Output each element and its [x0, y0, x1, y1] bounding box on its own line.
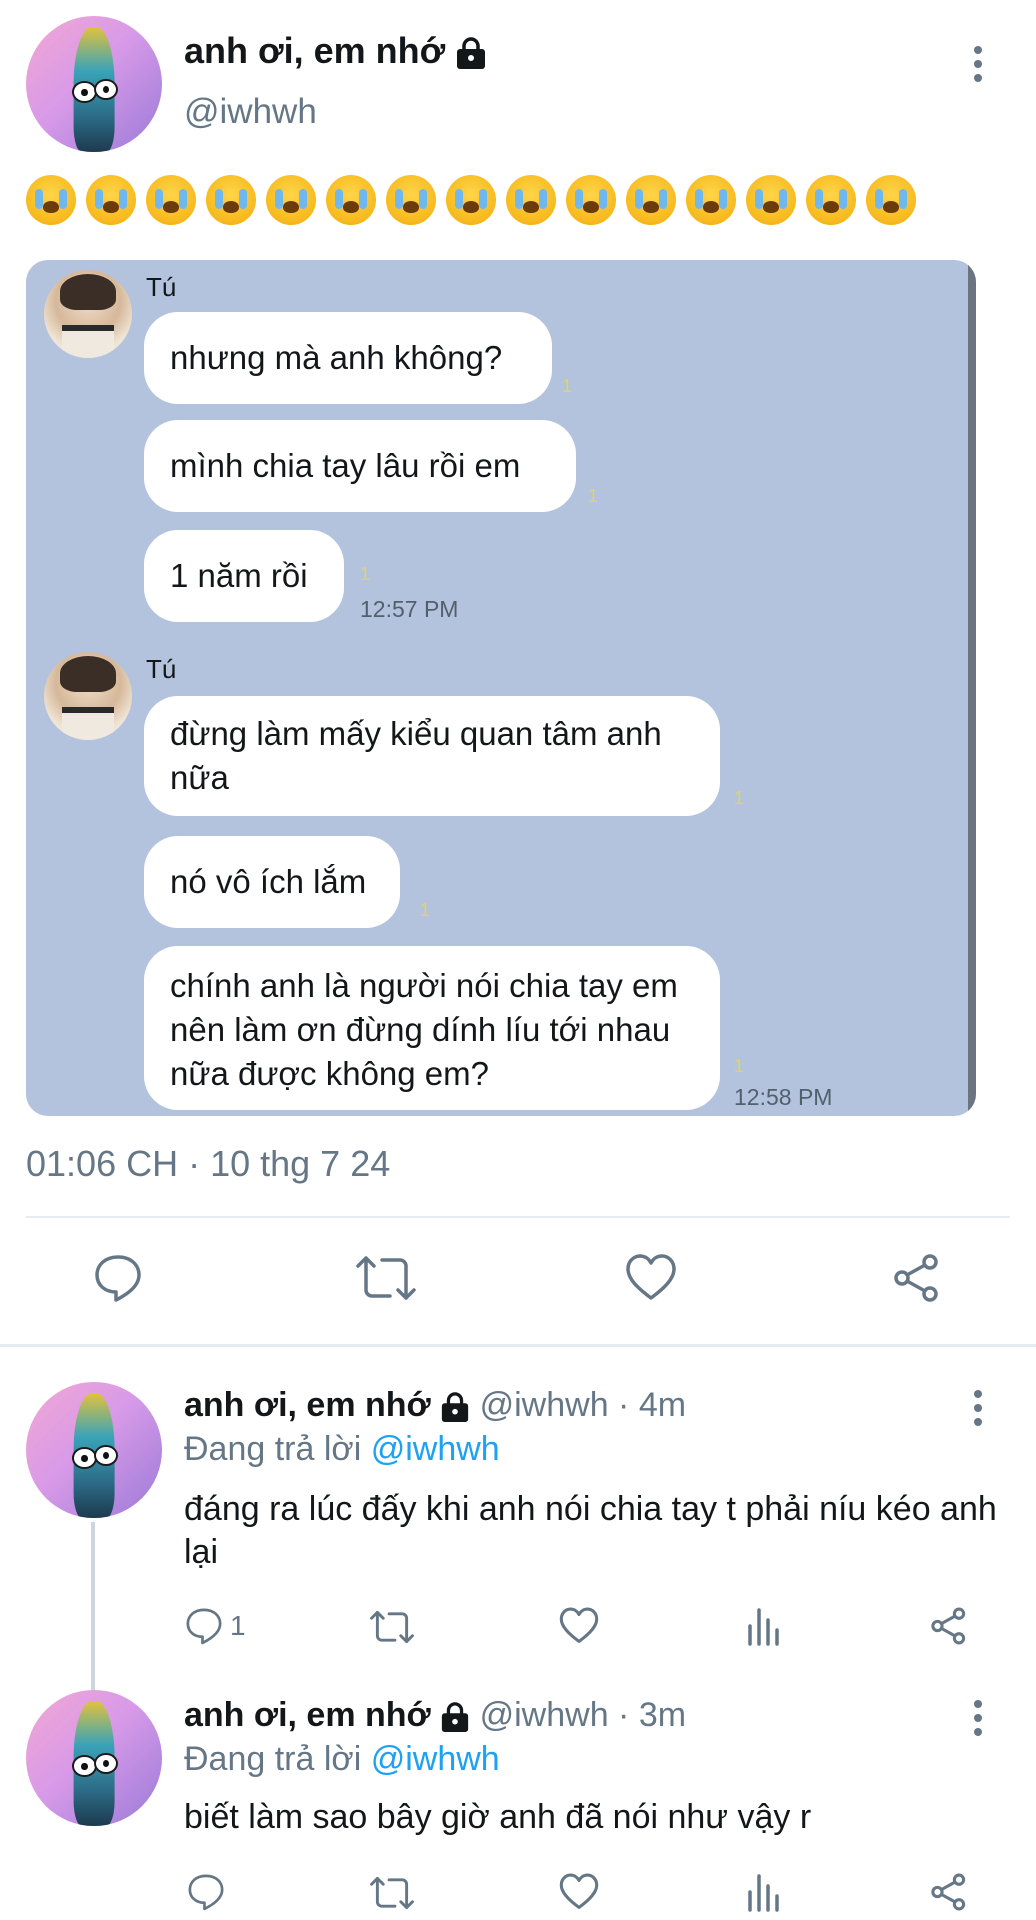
share-icon[interactable]: [890, 1252, 944, 1304]
read-marker: 1: [420, 900, 431, 920]
reply-icon[interactable]: [92, 1252, 144, 1304]
chat-sender-name: Tú: [146, 272, 177, 302]
tweet-timestamp[interactable]: 01:06 CH · 10 thg 7 24: [26, 1143, 390, 1185]
retweet-icon[interactable]: [354, 1252, 418, 1304]
loudly-crying-face-emoji: [686, 175, 736, 225]
more-options-icon[interactable]: [968, 1700, 988, 1742]
lock-icon: [442, 1392, 469, 1423]
loudly-crying-face-emoji: [386, 175, 436, 225]
chat-message: nó vô ích lắm: [144, 836, 400, 928]
replying-to-link[interactable]: @iwhwh: [371, 1740, 500, 1778]
chat-message: 1 năm rồi: [144, 530, 344, 622]
share-icon[interactable]: [928, 1606, 970, 1646]
loudly-crying-face-emoji: [146, 175, 196, 225]
reply-avatar[interactable]: [26, 1690, 162, 1826]
loudly-crying-face-emoji: [506, 175, 556, 225]
avatar-eye-left: [72, 81, 97, 104]
replying-to-label: Đang trả lời: [184, 1740, 362, 1778]
reply-count: 1: [230, 1610, 246, 1641]
chat-sender-name: Tú: [146, 654, 177, 684]
reply-handle-time: @iwhwh · 3m: [479, 1696, 687, 1734]
lock-icon: [442, 1702, 469, 1733]
read-marker: 1: [734, 1056, 745, 1076]
retweet-icon[interactable]: [368, 1874, 416, 1912]
reply-button[interactable]: 1: [184, 1606, 246, 1646]
avatar-eye-right: [94, 78, 119, 101]
read-marker: 1: [734, 788, 745, 808]
share-icon[interactable]: [928, 1872, 970, 1912]
chat-message-time: 12:57 PM: [360, 596, 459, 622]
reply-handle-time: @iwhwh · 4m: [479, 1386, 687, 1424]
chat-image-edge: [968, 260, 976, 1116]
chat-message-time: 12:58 PM: [734, 1084, 833, 1110]
thread-connector-line: [91, 1522, 95, 1692]
more-options-icon[interactable]: [968, 46, 988, 88]
replying-to-link[interactable]: @iwhwh: [371, 1430, 500, 1468]
chat-message: mình chia tay lâu rồi em: [144, 420, 576, 512]
reply-text: biết làm sao bây giờ anh đã nói như vậy …: [184, 1798, 812, 1836]
loudly-crying-face-emoji: [626, 175, 676, 225]
chat-screenshot-image[interactable]: Tú nhưng mà anh không? 1 mình chia tay l…: [26, 260, 976, 1116]
lock-icon: [457, 37, 486, 70]
loudly-crying-face-emoji: [86, 175, 136, 225]
replying-to: Đang trả lời @iwhwh: [184, 1740, 500, 1779]
loudly-crying-face-emoji: [266, 175, 316, 225]
chat-sender-avatar: [44, 270, 132, 358]
author-display-name[interactable]: anh ơi, em nhớ: [184, 30, 445, 71]
author-handle[interactable]: @iwhwh: [184, 92, 317, 132]
chat-message: nhưng mà anh không?: [144, 312, 552, 404]
heart-icon[interactable]: [558, 1606, 600, 1646]
author-name-row[interactable]: anh ơi, em nhớ: [184, 30, 487, 72]
chat-message: đừng làm mấy kiểu quan tâm anh nữa: [144, 696, 720, 816]
chat-message: chính anh là người nói chia tay em nên l…: [144, 946, 720, 1110]
read-marker: 1: [562, 376, 573, 396]
loudly-crying-face-emoji: [746, 175, 796, 225]
reply-header[interactable]: anh ơi, em nhớ @iwhwh · 4m: [184, 1386, 686, 1425]
heart-icon[interactable]: [624, 1252, 678, 1304]
chat-sender-avatar: [44, 652, 132, 740]
emoji-row: [26, 175, 916, 225]
reply-display-name[interactable]: anh ơi, em nhớ: [184, 1386, 431, 1424]
section-divider: [0, 1344, 1036, 1347]
reply-icon[interactable]: [186, 1872, 226, 1912]
replying-to: Đang trả lời @iwhwh: [184, 1430, 500, 1469]
reply-text: đáng ra lúc đấy khi anh nói chia tay t p…: [184, 1490, 997, 1571]
loudly-crying-face-emoji: [326, 175, 376, 225]
author-avatar[interactable]: [26, 16, 162, 152]
reply-display-name[interactable]: anh ơi, em nhớ: [184, 1696, 431, 1734]
loudly-crying-face-emoji: [806, 175, 856, 225]
views-icon[interactable]: [746, 1872, 782, 1912]
heart-icon[interactable]: [558, 1872, 600, 1912]
reply-icon[interactable]: [184, 1606, 224, 1646]
divider: [26, 1216, 1010, 1218]
loudly-crying-face-emoji: [446, 175, 496, 225]
read-marker: 1: [360, 564, 371, 584]
loudly-crying-face-emoji: [866, 175, 916, 225]
views-icon[interactable]: [746, 1606, 782, 1646]
more-options-icon[interactable]: [968, 1390, 988, 1432]
read-marker: 1: [588, 486, 599, 506]
reply-header[interactable]: anh ơi, em nhớ @iwhwh · 3m: [184, 1696, 686, 1735]
loudly-crying-face-emoji: [206, 175, 256, 225]
reply-avatar[interactable]: [26, 1382, 162, 1518]
loudly-crying-face-emoji: [566, 175, 616, 225]
replying-to-label: Đang trả lời: [184, 1430, 362, 1468]
retweet-icon[interactable]: [368, 1608, 416, 1646]
loudly-crying-face-emoji: [26, 175, 76, 225]
